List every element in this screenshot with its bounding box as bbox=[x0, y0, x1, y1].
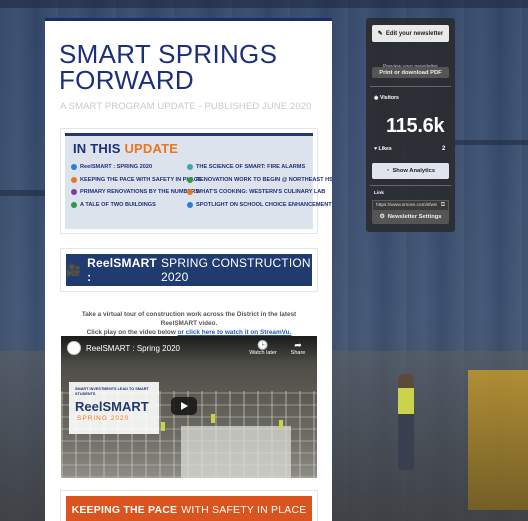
reelsmart-block: 🎥 ReelSMART : SPRING CONSTRUCTION 2020 bbox=[60, 248, 318, 292]
video-intro-line: Take a virtual tour of construction work… bbox=[81, 311, 297, 327]
reelsmart-banner[interactable]: 🎥 ReelSMART : SPRING CONSTRUCTION 2020 bbox=[66, 254, 312, 286]
link-label: Link bbox=[374, 191, 384, 196]
background-beam bbox=[0, 0, 528, 8]
video-card-title: ReelSMART bbox=[75, 399, 149, 414]
visitors-count: 115.6k bbox=[386, 115, 445, 137]
video-frame-worker bbox=[279, 420, 283, 429]
channel-avatar[interactable] bbox=[67, 341, 81, 355]
toc-item-label: PRIMARY RENOVATIONS BY THE NUMBERS bbox=[80, 189, 200, 196]
toc-block: IN THIS UPDATE ReelSMART : SPRING 2020 KE… bbox=[60, 128, 332, 234]
watch-later-label: Watch later bbox=[249, 350, 277, 356]
video-frame-slab bbox=[181, 426, 291, 478]
toc-bullet-icon bbox=[187, 201, 193, 208]
video-intro: Take a virtual tour of construction work… bbox=[63, 310, 315, 337]
eye-icon: ◉ bbox=[374, 95, 379, 101]
toc-panel: IN THIS UPDATE ReelSMART : SPRING 2020 KE… bbox=[65, 133, 332, 229]
toc-item[interactable]: WHAT'S COOKING: WESTERN'S CULINARY LAB bbox=[187, 186, 325, 199]
keeping-pace-banner[interactable]: KEEPING THE PACE WITH SAFETY IN PLACE bbox=[66, 496, 312, 521]
video-intro-prefix: Click play on the video below bbox=[86, 329, 176, 336]
toc-bullet-icon bbox=[71, 176, 77, 183]
toc-bullet-icon bbox=[187, 189, 193, 196]
toc-bullet-icon bbox=[71, 201, 77, 208]
share-label: Share bbox=[290, 350, 306, 356]
toc-bullet-icon bbox=[187, 164, 193, 171]
background-beam bbox=[455, 140, 528, 145]
background-machine bbox=[468, 370, 528, 510]
likes-label: Likes bbox=[378, 146, 392, 152]
clock-icon: 🕒 bbox=[257, 340, 269, 350]
divider bbox=[370, 86, 451, 87]
toc-heading-prefix: IN THIS bbox=[73, 141, 121, 156]
video-card-tagline: SMART INVESTMENTS LEAD TO SMART STUDENTS bbox=[75, 387, 149, 396]
newsletter-link-value: https://www.smore.com/sfw8 bbox=[376, 203, 437, 208]
toc-left-column: ReelSMART : SPRING 2020 KEEPING THE PACE … bbox=[71, 161, 202, 212]
keeping-pace-block: KEEPING THE PACE WITH SAFETY IN PLACE bbox=[60, 490, 318, 521]
streamvu-link[interactable]: or click here to watch it on StreamVu. bbox=[178, 329, 292, 336]
newsletter-title: SMART SPRINGS FORWARD bbox=[59, 39, 278, 95]
copy-icon[interactable]: ⧉ bbox=[441, 202, 445, 209]
share-button[interactable]: ➦ Share bbox=[285, 340, 311, 356]
divider bbox=[370, 185, 451, 186]
watch-later-button[interactable]: 🕒 Watch later bbox=[245, 340, 281, 356]
toc-item[interactable]: KEEPING THE PACE WITH SAFETY IN PLACE bbox=[71, 174, 202, 187]
reelsmart-banner-bold: ReelSMART : bbox=[87, 256, 157, 284]
video-card-season: SPRING 2020 bbox=[77, 415, 130, 422]
toc-item-label: RENOVATION WORK TO BEGIN @ NORTHEAST HS bbox=[196, 176, 332, 183]
play-button[interactable] bbox=[171, 397, 197, 415]
pencil-icon: ✎ bbox=[377, 31, 383, 37]
print-pdf-button[interactable]: Print or download PDF bbox=[372, 67, 449, 78]
settings-gear-icon: ⚙ bbox=[379, 214, 385, 220]
likes-count: 2 bbox=[442, 146, 446, 152]
toc-bullet-icon bbox=[71, 189, 77, 196]
heart-icon: ♥ bbox=[374, 146, 378, 152]
side-panel: ✎ Edit your newsletter Preview your news… bbox=[366, 18, 455, 232]
toc-item-label: WHAT'S COOKING: WESTERN'S CULINARY LAB bbox=[196, 189, 326, 196]
toc-heading: IN THIS UPDATE bbox=[73, 141, 178, 156]
newsletter-settings-label: Newsletter Settings bbox=[387, 214, 442, 220]
reelsmart-banner-text: SPRING CONSTRUCTION 2020 bbox=[160, 256, 311, 284]
share-icon: ➦ bbox=[294, 340, 302, 350]
analytics-icon: ◔ bbox=[385, 168, 390, 174]
toc-item[interactable]: SPOTLIGHT ON SCHOOL CHOICE ENHANCEMENTS bbox=[187, 199, 332, 212]
newsletter-subtitle: A SMART PROGRAM UPDATE - PUBLISHED JUNE … bbox=[60, 101, 312, 112]
toc-item-label: A TALE OF TWO BUILDINGS bbox=[80, 201, 156, 208]
visitors-label: Visitors bbox=[379, 95, 399, 101]
toc-item[interactable]: PRIMARY RENOVATIONS BY THE NUMBERS bbox=[71, 186, 199, 199]
toc-item-label: THE SCIENCE OF SMART: FIRE ALARMS bbox=[196, 164, 306, 171]
toc-item[interactable]: THE SCIENCE OF SMART: FIRE ALARMS bbox=[187, 161, 313, 174]
toc-item-label: SPOTLIGHT ON SCHOOL CHOICE ENHANCEMENTS bbox=[196, 201, 332, 208]
edit-newsletter-button[interactable]: ✎ Edit your newsletter bbox=[372, 25, 449, 42]
newsletter-card: SMART SPRINGS FORWARD A SMART PROGRAM UP… bbox=[45, 18, 332, 521]
toc-bullet-icon bbox=[71, 164, 77, 171]
video-title[interactable]: ReelSMART : Spring 2020 bbox=[86, 344, 180, 353]
toc-item[interactable]: ReelSMART : SPRING 2020 bbox=[71, 161, 189, 174]
toc-right-column: THE SCIENCE OF SMART: FIRE ALARMS RENOVAT… bbox=[187, 161, 332, 212]
toc-bullet-icon bbox=[187, 176, 193, 183]
toc-heading-accent: UPDATE bbox=[124, 141, 179, 156]
edit-newsletter-label: Edit your newsletter bbox=[385, 30, 444, 37]
video-camera-icon: 🎥 bbox=[66, 263, 82, 277]
toc-item[interactable]: A TALE OF TWO BUILDINGS bbox=[71, 199, 189, 212]
video-frame-worker bbox=[161, 422, 165, 431]
background-worker bbox=[398, 374, 414, 470]
keeping-pace-bold: KEEPING THE PACE bbox=[71, 504, 178, 516]
toc-item-label: KEEPING THE PACE WITH SAFETY IN PLACE bbox=[80, 176, 202, 183]
show-analytics-button[interactable]: ◔ Show Analytics bbox=[372, 163, 449, 179]
likes-label-row: ♥ Likes bbox=[374, 146, 392, 152]
toc-item[interactable]: RENOVATION WORK TO BEGIN @ NORTHEAST HS bbox=[187, 174, 332, 187]
video-title-card: SMART INVESTMENTS LEAD TO SMART STUDENTS… bbox=[69, 382, 159, 434]
visitors-label-row: ◉ Visitors bbox=[374, 95, 399, 101]
background-beam bbox=[0, 190, 45, 196]
video-frame-worker bbox=[211, 414, 215, 423]
toc-item-label: ReelSMART : SPRING 2020 bbox=[80, 164, 153, 171]
show-analytics-label: Show Analytics bbox=[392, 168, 436, 174]
video-player[interactable]: ReelSMART : Spring 2020 🕒 Watch later ➦ … bbox=[61, 336, 317, 478]
newsletter-settings-button[interactable]: ⚙ Newsletter Settings bbox=[372, 210, 449, 224]
keeping-pace-text: WITH SAFETY IN PLACE bbox=[181, 504, 307, 516]
